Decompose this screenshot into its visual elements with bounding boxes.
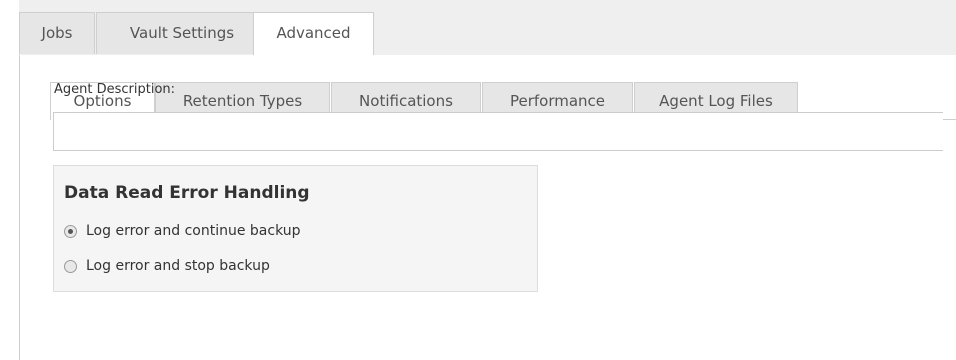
option-continue-backup[interactable]: Log error and continue backup <box>64 222 301 240</box>
option-stop-backup[interactable]: Log error and stop backup <box>64 257 270 275</box>
outer-tab-bar: Jobs Vault Settings Advanced <box>19 0 956 56</box>
tab-advanced[interactable]: Advanced <box>253 12 374 56</box>
tab-vault-settings[interactable]: Vault Settings <box>96 12 268 54</box>
tab-jobs[interactable]: Jobs <box>19 12 95 54</box>
error-handling-title: Data Read Error Handling <box>64 183 310 203</box>
continue-backup-label: Log error and continue backup <box>86 223 301 239</box>
stop-backup-radio[interactable] <box>64 259 77 273</box>
stop-backup-label: Log error and stop backup <box>86 258 270 274</box>
page: Jobs Vault Settings Advanced Options Ret… <box>0 0 956 360</box>
continue-backup-radio[interactable] <box>64 224 77 238</box>
agent-description-label: Agent Description: <box>54 82 176 97</box>
agent-description-input[interactable] <box>53 112 943 151</box>
data-read-error-handling-group: Data Read Error Handling Log error and c… <box>53 165 538 292</box>
